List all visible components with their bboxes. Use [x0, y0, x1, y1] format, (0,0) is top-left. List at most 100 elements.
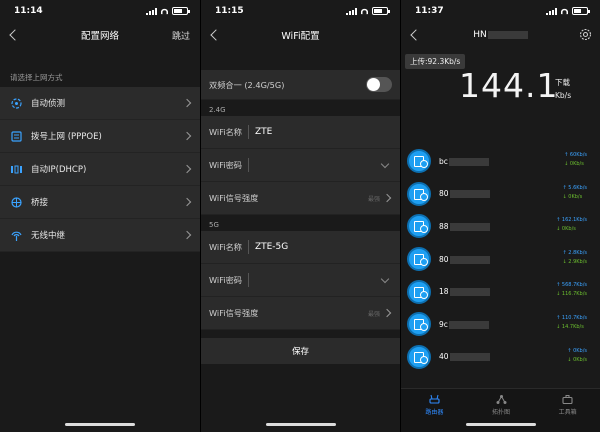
list-item-label: 桥接	[31, 198, 49, 208]
back-icon[interactable]	[409, 28, 423, 42]
list-item-dhcp[interactable]: 自动IP(DHCP)	[0, 153, 200, 186]
dual-band-card: 双频合一 (2.4G/5G)	[201, 70, 400, 100]
dual-band-toggle[interactable]	[366, 77, 392, 92]
back-icon[interactable]	[8, 28, 22, 42]
list-item-label: 拨号上网 (PPPOE)	[31, 132, 102, 142]
router-dashboard-screen: 11:37 HN 上传:92.3Kb/s 144.1 下载 Kb/s bc ↑ …	[400, 0, 600, 432]
device-download: ↓ 116.7Kb/s	[556, 291, 587, 298]
chevron-right-icon	[182, 197, 192, 207]
page-title: 配置网络	[80, 31, 119, 42]
wifi-strength-label: WiFi信号强度	[209, 193, 259, 203]
list-item-wireless-relay[interactable]: 无线中继	[0, 219, 200, 252]
battery-icon	[372, 7, 390, 15]
list-item-label: 自动侦测	[31, 99, 66, 109]
signal-icon	[346, 7, 357, 15]
dual-band-row: 双频合一 (2.4G/5G)	[201, 70, 400, 100]
eye-toggle-icon[interactable]	[380, 274, 390, 284]
device-upload: ↑ 0Kb/s	[567, 347, 587, 354]
auto-detect-icon	[10, 97, 23, 110]
nav-bar: HN	[401, 22, 600, 48]
home-indicator[interactable]	[65, 423, 135, 426]
device-download: ↓ 2.9Kb/s	[562, 258, 587, 265]
list-item-pppoe[interactable]: 拨号上网 (PPPOE)	[0, 120, 200, 153]
status-bar: 11:14	[0, 0, 200, 22]
device-icon	[407, 279, 431, 304]
save-button[interactable]: 保存	[201, 338, 400, 364]
status-time: 11:37	[415, 6, 444, 16]
wifi-password-input[interactable]	[247, 273, 255, 287]
band-label-24g: 2.4G	[209, 106, 226, 114]
home-indicator[interactable]	[465, 423, 536, 426]
battery-icon	[172, 7, 190, 15]
list-item[interactable]: 18 ↑ 568.7Kb/s ↓ 116.7Kb/s	[401, 275, 600, 308]
download-speed-unit: 下载 Kb/s	[555, 76, 571, 102]
list-item-auto-detect[interactable]: 自动侦测	[0, 87, 200, 120]
device-icon	[407, 344, 431, 369]
wifi-status-icon	[360, 8, 369, 14]
list-item-label: 自动IP(DHCP)	[31, 165, 87, 175]
device-icon	[407, 149, 431, 174]
wifi-name-input[interactable]: ZTE-5G	[247, 240, 288, 254]
wifi-password-label: WiFi密码	[209, 160, 242, 170]
router-name: HN	[473, 30, 528, 40]
status-icons	[146, 7, 190, 15]
wifi-name-input[interactable]: ZTE	[247, 125, 272, 139]
wifi-strength-row[interactable]: WiFi信号强度 最强	[201, 182, 400, 215]
dhcp-icon	[10, 163, 23, 176]
tab-toolbox[interactable]: 工具箱	[534, 389, 600, 432]
device-upload: ↑ 162.1Kb/s	[556, 217, 587, 224]
skip-button[interactable]: 跳过	[172, 29, 190, 42]
wifi-strength-row[interactable]: WiFi信号强度 最强	[201, 297, 400, 330]
status-bar: 11:15	[201, 0, 400, 22]
redacted-text	[448, 157, 489, 166]
device-upload: ↑ 110.7Kb/s	[556, 314, 587, 321]
list-item-bridge[interactable]: 桥接	[0, 186, 200, 219]
upload-speed: 上传:92.3Kb/s	[405, 54, 466, 69]
wifi-name-label: WiFi名称	[209, 242, 242, 252]
device-download: ↓ 0Kb/s	[564, 161, 584, 167]
settings-icon[interactable]	[579, 28, 592, 44]
band-5g-card: WiFi名称 ZTE-5G WiFi密码 WiFi信号强度 最强	[201, 231, 400, 330]
device-upload: ↑ 568.7Kb/s	[556, 282, 587, 289]
wireless-relay-icon	[10, 229, 23, 242]
router-icon	[429, 394, 440, 405]
device-rates: ↑ 162.1Kb/s ↓ 0Kb/s	[556, 216, 587, 234]
tab-router[interactable]: 路由器	[401, 389, 468, 432]
chevron-right-icon	[182, 98, 192, 108]
eye-toggle-icon[interactable]	[380, 159, 390, 169]
wifi-name-row: WiFi名称 ZTE-5G	[201, 231, 400, 264]
device-name: 88	[439, 222, 490, 231]
download-label: 下载	[555, 78, 570, 87]
redacted-text	[448, 320, 489, 329]
home-indicator[interactable]	[265, 423, 336, 426]
chevron-right-icon	[382, 308, 392, 318]
back-icon[interactable]	[209, 28, 223, 42]
list-item[interactable]: 88 ↑ 162.1Kb/s ↓ 0Kb/s	[401, 210, 600, 243]
device-upload: ↑ 5.6Kb/s	[562, 184, 587, 191]
device-icon	[407, 181, 431, 206]
page-title: WiFi配置	[281, 31, 320, 42]
configure-network-screen: 11:14 配置网络 跳过 请选择上网方式 自动侦测 拨号上网 (PPPOE) …	[0, 0, 200, 432]
device-name: 80	[439, 189, 490, 199]
list-item[interactable]: 40 ↑ 0Kb/s ↓ 0Kb/s	[401, 341, 600, 374]
list-item[interactable]: 80 ↑ 2.8Kb/s ↓ 2.9Kb/s	[401, 243, 600, 276]
wifi-password-input[interactable]	[247, 158, 255, 172]
device-name: 80	[439, 255, 490, 264]
toolbox-icon	[562, 394, 573, 405]
download-speed-value: 144.1	[459, 66, 559, 105]
list-item[interactable]: bc ↑ 60Kb/s ↓ 0Kb/s	[401, 145, 600, 178]
band-24g-card: WiFi名称 ZTE WiFi密码 WiFi信号强度 最强	[201, 116, 400, 215]
chevron-right-icon	[382, 193, 392, 203]
signal-icon	[146, 7, 157, 15]
wifi-strength-label: WiFi信号强度	[209, 308, 259, 318]
wifi-password-row: WiFi密码	[201, 149, 400, 182]
list-item[interactable]: 9c ↑ 110.7Kb/s ↓ 14.7Kb/s	[401, 308, 600, 341]
list-item[interactable]: 80 ↑ 5.6Kb/s ↓ 0Kb/s	[401, 178, 600, 211]
chevron-right-icon	[182, 230, 192, 240]
device-rates: ↑ 568.7Kb/s ↓ 116.7Kb/s	[556, 281, 587, 299]
wifi-name-label: WiFi名称	[209, 127, 242, 137]
device-rates: ↑ 60Kb/s ↓ 0Kb/s	[564, 151, 587, 169]
redacted-text	[449, 255, 490, 264]
chevron-right-icon	[182, 164, 192, 174]
device-upload: ↑ 2.8Kb/s	[562, 249, 587, 256]
